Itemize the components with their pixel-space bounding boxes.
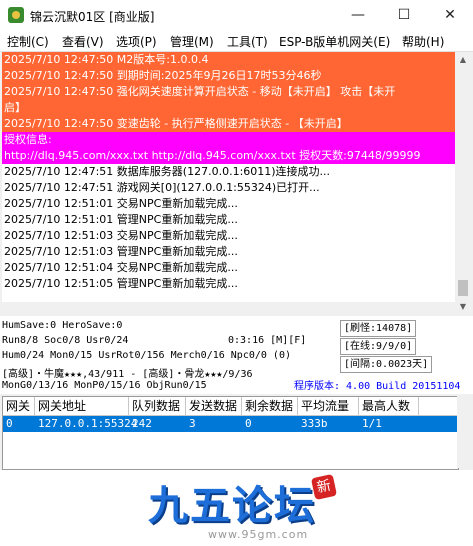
log-line: 2025/7/10 12:47:51 数据库服务器(127.0.0.1:6011… — [4, 165, 331, 178]
table-row[interactable]: 0 127.0.0.1:55324 242 3 0 333b 1/1 — [3, 416, 458, 432]
title-bar: 锦云沉默01区 [商业版] — ☐ ✕ — [0, 0, 473, 31]
table-scrollbar[interactable] — [457, 396, 471, 468]
cell-remaining: 0 — [245, 417, 252, 430]
cell-sent: 3 — [189, 417, 196, 430]
scroll-down-icon[interactable]: ▼ — [455, 299, 471, 315]
logo-banner: 九五论坛 新 www.95gm.com — [0, 470, 473, 546]
logo-text: 九五论坛 — [148, 483, 316, 529]
table-header: 网关 网关地址 队列数据 发送数据 剩余数据 平均流量 最高人数 — [3, 397, 458, 416]
refresh-counter: [刷怪:14078] — [340, 320, 417, 337]
interval-counter: [间隔:0.0023天] — [340, 356, 433, 373]
run-status: Run8/8 Soc0/8 Usr0/24 — [2, 335, 129, 346]
cell-queue: 242 — [132, 417, 152, 430]
logo-url: www.95gm.com — [208, 528, 309, 541]
version-label: 程序版本: 4.00 Build 20151104 — [294, 381, 461, 392]
menu-view[interactable]: 查看(V) — [62, 33, 104, 50]
hum-status: Hum0/24 Mon0/15 UsrRot0/156 Merch0/16 Np… — [2, 350, 291, 361]
menu-bar: 控制(C) 查看(V) 选项(P) 管理(M) 工具(T) ESP-B版单机网关… — [0, 31, 473, 52]
column-header[interactable]: 最高人数 — [359, 397, 419, 415]
log-line: 2025/7/10 12:51:03 交易NPC重新加载完成... — [4, 229, 238, 242]
timer-status: 0:3:16 [M][F] — [228, 335, 307, 346]
menu-manage[interactable]: 管理(M) — [170, 33, 214, 50]
cell-max-users: 1/1 — [362, 417, 382, 430]
cell-avg-traffic: 333b — [301, 417, 328, 430]
mon-status: MonG0/13/16 MonP0/15/16 ObjRun0/15 — [2, 380, 207, 391]
log-line: 2025/7/10 12:47:51 游戏网关[0](127.0.0.1:553… — [4, 181, 320, 194]
menu-control[interactable]: 控制(C) — [7, 33, 49, 50]
rank-status: [高级]・牛魔★★★,43/911 - [高级]・骨龙★★★/9/36 — [2, 369, 253, 380]
cell-gateway: 0 — [6, 417, 13, 430]
app-icon — [8, 7, 24, 23]
maximize-button[interactable]: ☐ — [381, 0, 427, 31]
column-header[interactable]: 发送数据 — [186, 397, 242, 415]
window-title: 锦云沉默01区 [商业版] — [30, 10, 155, 24]
log-line: 2025/7/10 12:51:05 管理NPC重新加载完成... — [4, 277, 238, 290]
log-line: 2025/7/10 12:51:04 交易NPC重新加载完成... — [4, 261, 238, 274]
log-line: 授权信息: — [2, 132, 455, 148]
logo-badge: 新 — [310, 473, 338, 501]
column-header[interactable]: 平均流量 — [298, 397, 359, 415]
column-header[interactable]: 网关 — [3, 397, 35, 415]
gateway-table: 网关 网关地址 队列数据 发送数据 剩余数据 平均流量 最高人数 0 127.0… — [2, 396, 459, 470]
scroll-thumb[interactable] — [458, 280, 468, 296]
log-line: http://dlq.945.com/xxx.txt http://dlq.94… — [2, 148, 455, 164]
log-line: 2025/7/10 12:51:01 管理NPC重新加载完成... — [4, 213, 238, 226]
log-line: 2025/7/10 12:47:50 M2版本号:1.0.0.4 — [2, 52, 455, 68]
save-status: HumSave:0 HeroSave:0 — [2, 320, 123, 331]
log-line: 启】 — [2, 100, 455, 116]
online-counter: [在线:9/9/0] — [340, 338, 417, 355]
log-vertical-scrollbar[interactable]: ▲ ▼ — [455, 52, 471, 315]
menu-help[interactable]: 帮助(H) — [402, 33, 444, 50]
log-line: 2025/7/10 12:47:50 变速齿轮 - 执行严格侧速开启状态 - 【… — [2, 116, 455, 132]
log-horizontal-scrollbar[interactable] — [2, 302, 455, 315]
status-panel: HumSave:0 HeroSave:0 Run8/8 Soc0/8 Usr0/… — [0, 316, 473, 394]
menu-tools[interactable]: 工具(T) — [227, 33, 268, 50]
close-button[interactable]: ✕ — [427, 0, 473, 31]
menu-options[interactable]: 选项(P) — [116, 33, 157, 50]
column-header[interactable]: 网关地址 — [35, 397, 129, 415]
log-panel[interactable]: 2025/7/10 12:47:50 M2版本号:1.0.0.4 2025/7/1… — [2, 52, 455, 302]
log-line: 2025/7/10 12:51:01 交易NPC重新加载完成... — [4, 197, 238, 210]
log-line: 2025/7/10 12:51:03 管理NPC重新加载完成... — [4, 245, 238, 258]
menu-gateway[interactable]: ESP-B版单机网关(E) — [279, 33, 390, 50]
log-line: 2025/7/10 12:47:50 强化网关速度计算开启状态 - 移动【未开启… — [2, 84, 455, 100]
cell-address: 127.0.0.1:55324 — [38, 417, 138, 430]
log-line: 2025/7/10 12:47:50 到期时间:2025年9月26日17时53分… — [2, 68, 455, 84]
column-header[interactable]: 队列数据 — [129, 397, 186, 415]
minimize-button[interactable]: — — [335, 0, 381, 31]
scroll-up-icon[interactable]: ▲ — [455, 52, 471, 68]
column-header[interactable]: 剩余数据 — [242, 397, 298, 415]
